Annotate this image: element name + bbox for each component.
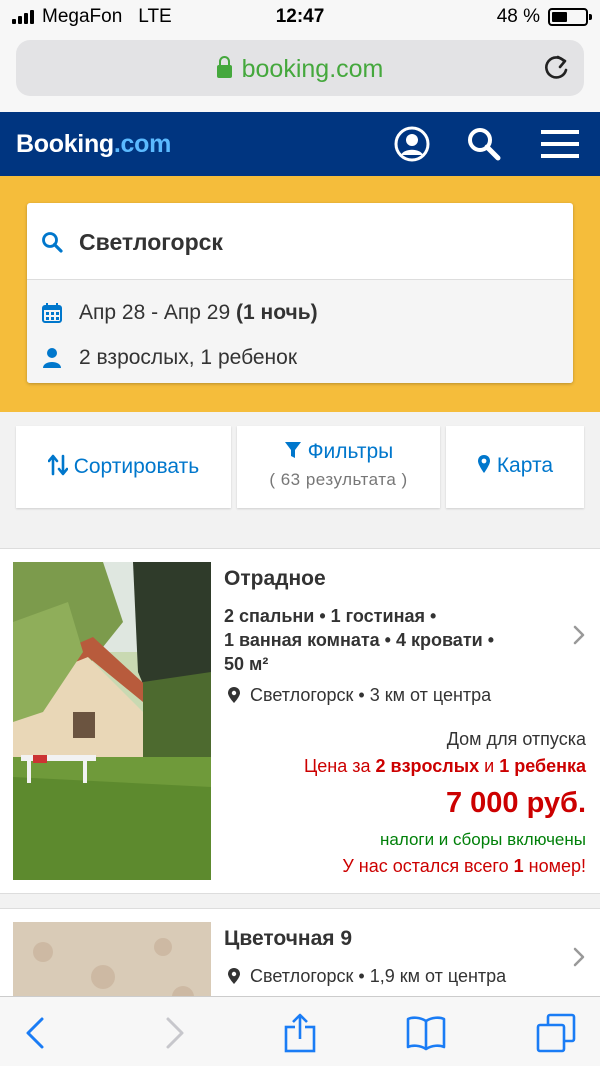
rooms-left-suffix: номер!: [523, 856, 586, 876]
search-icon[interactable]: [464, 124, 504, 164]
property-photo[interactable]: [13, 562, 211, 880]
garden-house-photo: [13, 562, 211, 880]
search-panel: Светлогорск Апр 28 - Апр 29 (1 ночь) 2 в…: [0, 176, 600, 412]
url-display[interactable]: booking.com: [16, 55, 584, 84]
location-text: Светлогорск • 1,9 км от центра: [250, 966, 507, 986]
menu-icon[interactable]: [540, 124, 580, 164]
bookmarks-icon[interactable]: [406, 1013, 446, 1053]
guests[interactable]: 2 взрослых, 1 ребенок: [79, 346, 297, 370]
property-type: Дом для отпуска: [446, 729, 586, 749]
taxes-note: налоги и сборы включены: [379, 830, 586, 849]
filter-icon: [284, 442, 301, 458]
date-range[interactable]: Апр 28 - Апр 29 (1 ночь): [79, 301, 318, 325]
reload-icon[interactable]: [540, 52, 572, 84]
destination-field[interactable]: Светлогорск: [27, 203, 573, 280]
logo-suffix-text: .com: [113, 130, 172, 158]
sort-button[interactable]: Сортировать: [16, 426, 231, 508]
price-for-and: и: [479, 756, 500, 776]
chevron-right-icon[interactable]: [572, 947, 586, 967]
map-button[interactable]: Карта: [446, 426, 584, 508]
property-details: 2 спальни • 1 гостиная • 1 ванная комнат…: [224, 604, 494, 676]
calendar-icon: [42, 303, 62, 323]
details-line: 2 спальни • 1 гостиная •: [224, 606, 437, 626]
map-label: Карта: [496, 454, 554, 477]
search-icon: [42, 232, 63, 253]
chevron-right-icon[interactable]: [572, 625, 586, 645]
location-text: Светлогорск • 3 км от центра: [250, 685, 492, 705]
property-location: Светлогорск • 3 км от центра: [228, 685, 491, 706]
price: 7 000 руб.: [445, 787, 586, 819]
battery-percent: 48 %: [496, 6, 540, 27]
search-details: Апр 28 - Апр 29 (1 ночь) 2 взрослых, 1 р…: [27, 280, 573, 383]
guests-text: 2 взрослых, 1 ребенок: [79, 346, 298, 369]
price-for-adults: 2 взрослых: [375, 756, 480, 776]
url-text: booking.com: [241, 55, 384, 83]
price-for-guests: Цена за 2 взрослых и 1 ребенка: [304, 756, 586, 777]
status-bar: MegaFon LTE 12:47 48 %: [0, 0, 600, 34]
details-line: 50 м²: [224, 654, 269, 674]
filter-label: Фильтры: [307, 440, 394, 463]
booking-logo[interactable]: Booking.com: [16, 130, 171, 159]
nights-text: (1 ночь): [236, 301, 318, 324]
battery-info: 48 %: [496, 6, 592, 28]
results-count: ( 63 результата ): [269, 470, 408, 489]
tabs-icon[interactable]: [536, 1013, 576, 1053]
property-name[interactable]: Отрадное: [224, 567, 326, 591]
location-pin-icon: [228, 687, 240, 703]
map-pin-icon: [477, 455, 490, 473]
rooms-left-note: У нас остался всего 1 номер!: [342, 856, 586, 877]
filter-button[interactable]: Фильтры ( 63 результата ): [237, 426, 440, 508]
location-pin-icon: [228, 968, 240, 984]
battery-icon: [548, 8, 592, 26]
browser-toolbar: [0, 996, 600, 1066]
share-icon[interactable]: [280, 1013, 320, 1053]
dates-text: Апр 28 - Апр 29: [79, 301, 231, 324]
property-location: Светлогорск • 1,9 км от центра: [228, 966, 506, 987]
rooms-left-count: 1: [513, 856, 524, 876]
details-line: 1 ванная комната • 4 кровати •: [224, 630, 494, 650]
destination-text: Светлогорск: [79, 229, 223, 255]
person-icon: [43, 348, 61, 368]
property-card[interactable]: Отрадное 2 спальни • 1 гостиная • 1 ванн…: [0, 548, 600, 894]
search-box: Светлогорск Апр 28 - Апр 29 (1 ночь) 2 в…: [27, 203, 573, 383]
logo-main-text: Booking: [16, 130, 114, 158]
address-bar-area: booking.com: [0, 34, 600, 112]
account-icon[interactable]: [392, 124, 432, 164]
rooms-left-prefix: У нас остался всего: [342, 856, 514, 876]
property-name[interactable]: Цветочная 9: [224, 927, 352, 951]
site-header: Booking.com: [0, 112, 600, 176]
lock-icon: [216, 56, 232, 78]
back-icon[interactable]: [18, 1013, 58, 1053]
sort-label: Сортировать: [73, 455, 200, 478]
price-for-child: 1 ребенка: [499, 756, 586, 776]
price-for-prefix: Цена за: [303, 756, 376, 776]
forward-icon[interactable]: [152, 1013, 192, 1053]
address-bar[interactable]: booking.com: [16, 40, 584, 96]
sort-icon: [47, 454, 69, 476]
